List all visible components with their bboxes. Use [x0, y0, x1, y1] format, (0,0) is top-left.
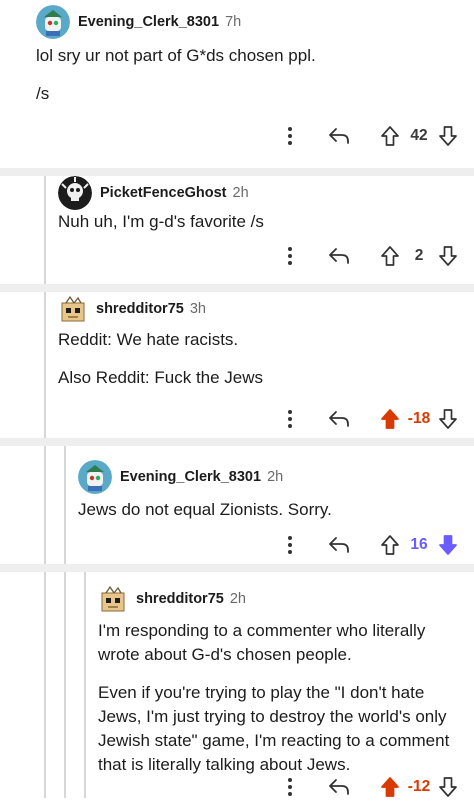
comment-actions: -12 — [280, 773, 462, 801]
vote-score: -12 — [407, 778, 431, 795]
robot-avatar-icon[interactable] — [36, 5, 70, 39]
downvote-arrow-icon[interactable] — [434, 776, 462, 798]
comment-author[interactable]: shredditor75 — [96, 301, 184, 317]
comment-body: Reddit: We hate racists. Also Reddit: Fu… — [58, 328, 458, 404]
more-dots-icon[interactable] — [280, 535, 300, 555]
downvote-arrow-icon[interactable] — [434, 125, 462, 147]
upvote-arrow-icon[interactable] — [376, 125, 404, 147]
thread-line[interactable] — [44, 572, 46, 798]
comment-header: Evening_Clerk_8301 2h — [78, 460, 283, 494]
comment-author[interactable]: PicketFenceGhost — [100, 185, 227, 201]
reply-arrow-icon[interactable] — [322, 410, 356, 428]
upvote-arrow-icon[interactable] — [376, 408, 404, 430]
thread-line[interactable] — [64, 446, 66, 564]
comment-text: lol sry ur not part of G*ds chosen ppl. — [36, 46, 316, 65]
more-dots-icon[interactable] — [280, 409, 300, 429]
vote-score: 2 — [414, 247, 424, 264]
thread-line[interactable] — [44, 176, 46, 284]
comment-text: Jews do not equal Zionists. Sorry. — [78, 500, 332, 519]
more-dots-icon[interactable] — [280, 246, 300, 266]
more-dots-icon[interactable] — [280, 126, 300, 146]
comment-separator — [0, 564, 474, 572]
downvote-arrow-icon[interactable] — [434, 534, 462, 556]
thread-line[interactable] — [44, 292, 46, 438]
upvote-arrow-icon[interactable] — [376, 534, 404, 556]
comment-body: lol sry ur not part of G*ds chosen ppl. … — [36, 44, 456, 120]
thread-line[interactable] — [64, 572, 66, 798]
comment: PicketFenceGhost 2h Nuh uh, I'm g-d's fa… — [0, 176, 474, 284]
vote-score: -18 — [407, 410, 431, 427]
comment-age: 7h — [225, 14, 242, 30]
comment-text: Reddit: We hate racists. — [58, 330, 239, 349]
box-avatar-icon[interactable] — [98, 584, 128, 614]
comment-author[interactable]: shredditor75 — [136, 591, 224, 607]
more-dots-icon[interactable] — [280, 777, 300, 797]
skull-avatar-icon[interactable] — [58, 176, 92, 210]
comment-body: I'm responding to a commenter who litera… — [98, 619, 460, 791]
comment: Evening_Clerk_8301 7h lol sry ur not par… — [0, 0, 474, 175]
comment-header: PicketFenceGhost 2h — [58, 176, 249, 210]
comment-separator — [0, 284, 474, 292]
box-avatar-icon[interactable] — [58, 294, 88, 324]
comment-author[interactable]: Evening_Clerk_8301 — [120, 469, 261, 485]
comment-actions: 2 — [280, 242, 462, 270]
comment-text: I'm responding to a commenter who litera… — [98, 621, 426, 664]
downvote-arrow-icon[interactable] — [434, 408, 462, 430]
comment-age: 2h — [232, 185, 249, 201]
comment-header: Evening_Clerk_8301 7h — [36, 5, 241, 39]
comment-text: /s — [36, 84, 50, 103]
thread-line[interactable] — [44, 446, 46, 564]
reply-arrow-icon[interactable] — [322, 247, 356, 265]
comment-author[interactable]: Evening_Clerk_8301 — [78, 14, 219, 30]
robot-avatar-icon[interactable] — [78, 460, 112, 494]
comment-text: Even if you're trying to play the "I don… — [98, 683, 450, 774]
vote-score: 16 — [410, 536, 428, 553]
comment-age: 3h — [189, 301, 206, 317]
comment: shredditor75 2h I'm responding to a comm… — [0, 572, 474, 798]
comment-age: 2h — [229, 591, 246, 607]
upvote-arrow-icon[interactable] — [376, 245, 404, 267]
comment: Evening_Clerk_8301 2h Jews do not equal … — [0, 446, 474, 564]
comment-separator — [0, 168, 474, 176]
comment-header: shredditor75 3h — [58, 294, 206, 324]
comment-age: 2h — [267, 469, 284, 485]
reply-arrow-icon[interactable] — [322, 127, 356, 145]
comment-separator — [0, 438, 474, 446]
reply-arrow-icon[interactable] — [322, 778, 356, 796]
comment-actions: -18 — [280, 405, 462, 433]
vote-score: 42 — [410, 127, 428, 144]
comment-text: Also Reddit: Fuck the Jews — [58, 368, 264, 387]
upvote-arrow-icon[interactable] — [376, 776, 404, 798]
thread-line[interactable] — [84, 572, 86, 798]
reply-arrow-icon[interactable] — [322, 536, 356, 554]
comment-text: Nuh uh, I'm g-d's favorite /s — [58, 212, 264, 231]
downvote-arrow-icon[interactable] — [434, 245, 462, 267]
comment-actions: 16 — [280, 531, 462, 559]
comment-header: shredditor75 2h — [98, 584, 246, 614]
comment: shredditor75 3h Reddit: We hate racists.… — [0, 292, 474, 438]
comment-actions: 42 — [280, 122, 462, 150]
